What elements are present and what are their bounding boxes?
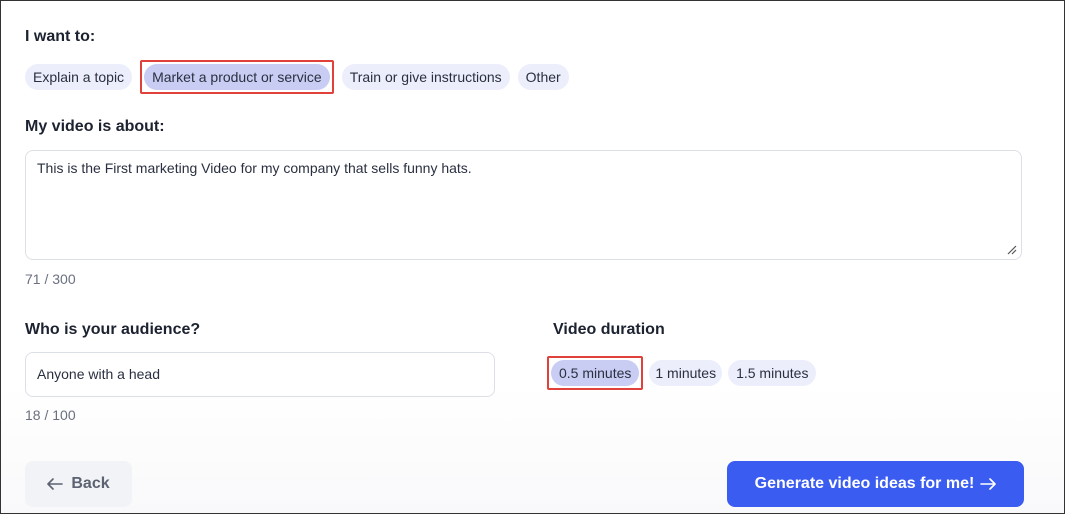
generate-ideas-button[interactable]: Generate video ideas for me! bbox=[727, 461, 1024, 507]
purpose-option-highlight: Market a product or service bbox=[140, 60, 334, 94]
about-text: This is the First marketing Video for my… bbox=[37, 160, 472, 176]
purpose-option-other[interactable]: Other bbox=[517, 64, 569, 90]
duration-option-highlight: 0.5 minutes bbox=[547, 356, 644, 390]
audience-input[interactable]: Anyone with a head bbox=[25, 352, 495, 397]
arrow-right-icon bbox=[980, 478, 997, 490]
duration-option-0-5[interactable]: 0.5 minutes bbox=[551, 360, 640, 386]
duration-label: Video duration bbox=[553, 321, 665, 338]
duration-option-1-5[interactable]: 1.5 minutes bbox=[728, 360, 817, 386]
resize-handle-icon[interactable] bbox=[1007, 245, 1017, 255]
video-setup-form: I want to: Explain a topic Market a prod… bbox=[0, 0, 1065, 514]
about-counter: 71 / 300 bbox=[25, 271, 76, 287]
arrow-left-icon bbox=[47, 478, 64, 490]
audience-counter: 18 / 100 bbox=[25, 407, 76, 423]
duration-option-1[interactable]: 1 minutes bbox=[649, 360, 723, 386]
audience-text: Anyone with a head bbox=[37, 366, 160, 382]
about-textarea[interactable]: This is the First marketing Video for my… bbox=[25, 150, 1022, 260]
generate-button-label: Generate video ideas for me! bbox=[754, 475, 975, 492]
back-button-label: Back bbox=[71, 475, 110, 492]
purpose-option-explain[interactable]: Explain a topic bbox=[25, 64, 133, 90]
purpose-label: I want to: bbox=[25, 28, 96, 45]
purpose-options: Explain a topic Market a product or serv… bbox=[25, 60, 569, 94]
back-button[interactable]: Back bbox=[25, 461, 132, 507]
audience-label: Who is your audience? bbox=[25, 321, 201, 338]
purpose-option-market[interactable]: Market a product or service bbox=[144, 64, 330, 90]
duration-options: 0.5 minutes 1 minutes 1.5 minutes bbox=[547, 356, 817, 390]
purpose-option-train[interactable]: Train or give instructions bbox=[341, 64, 510, 90]
about-label: My video is about: bbox=[25, 118, 165, 135]
